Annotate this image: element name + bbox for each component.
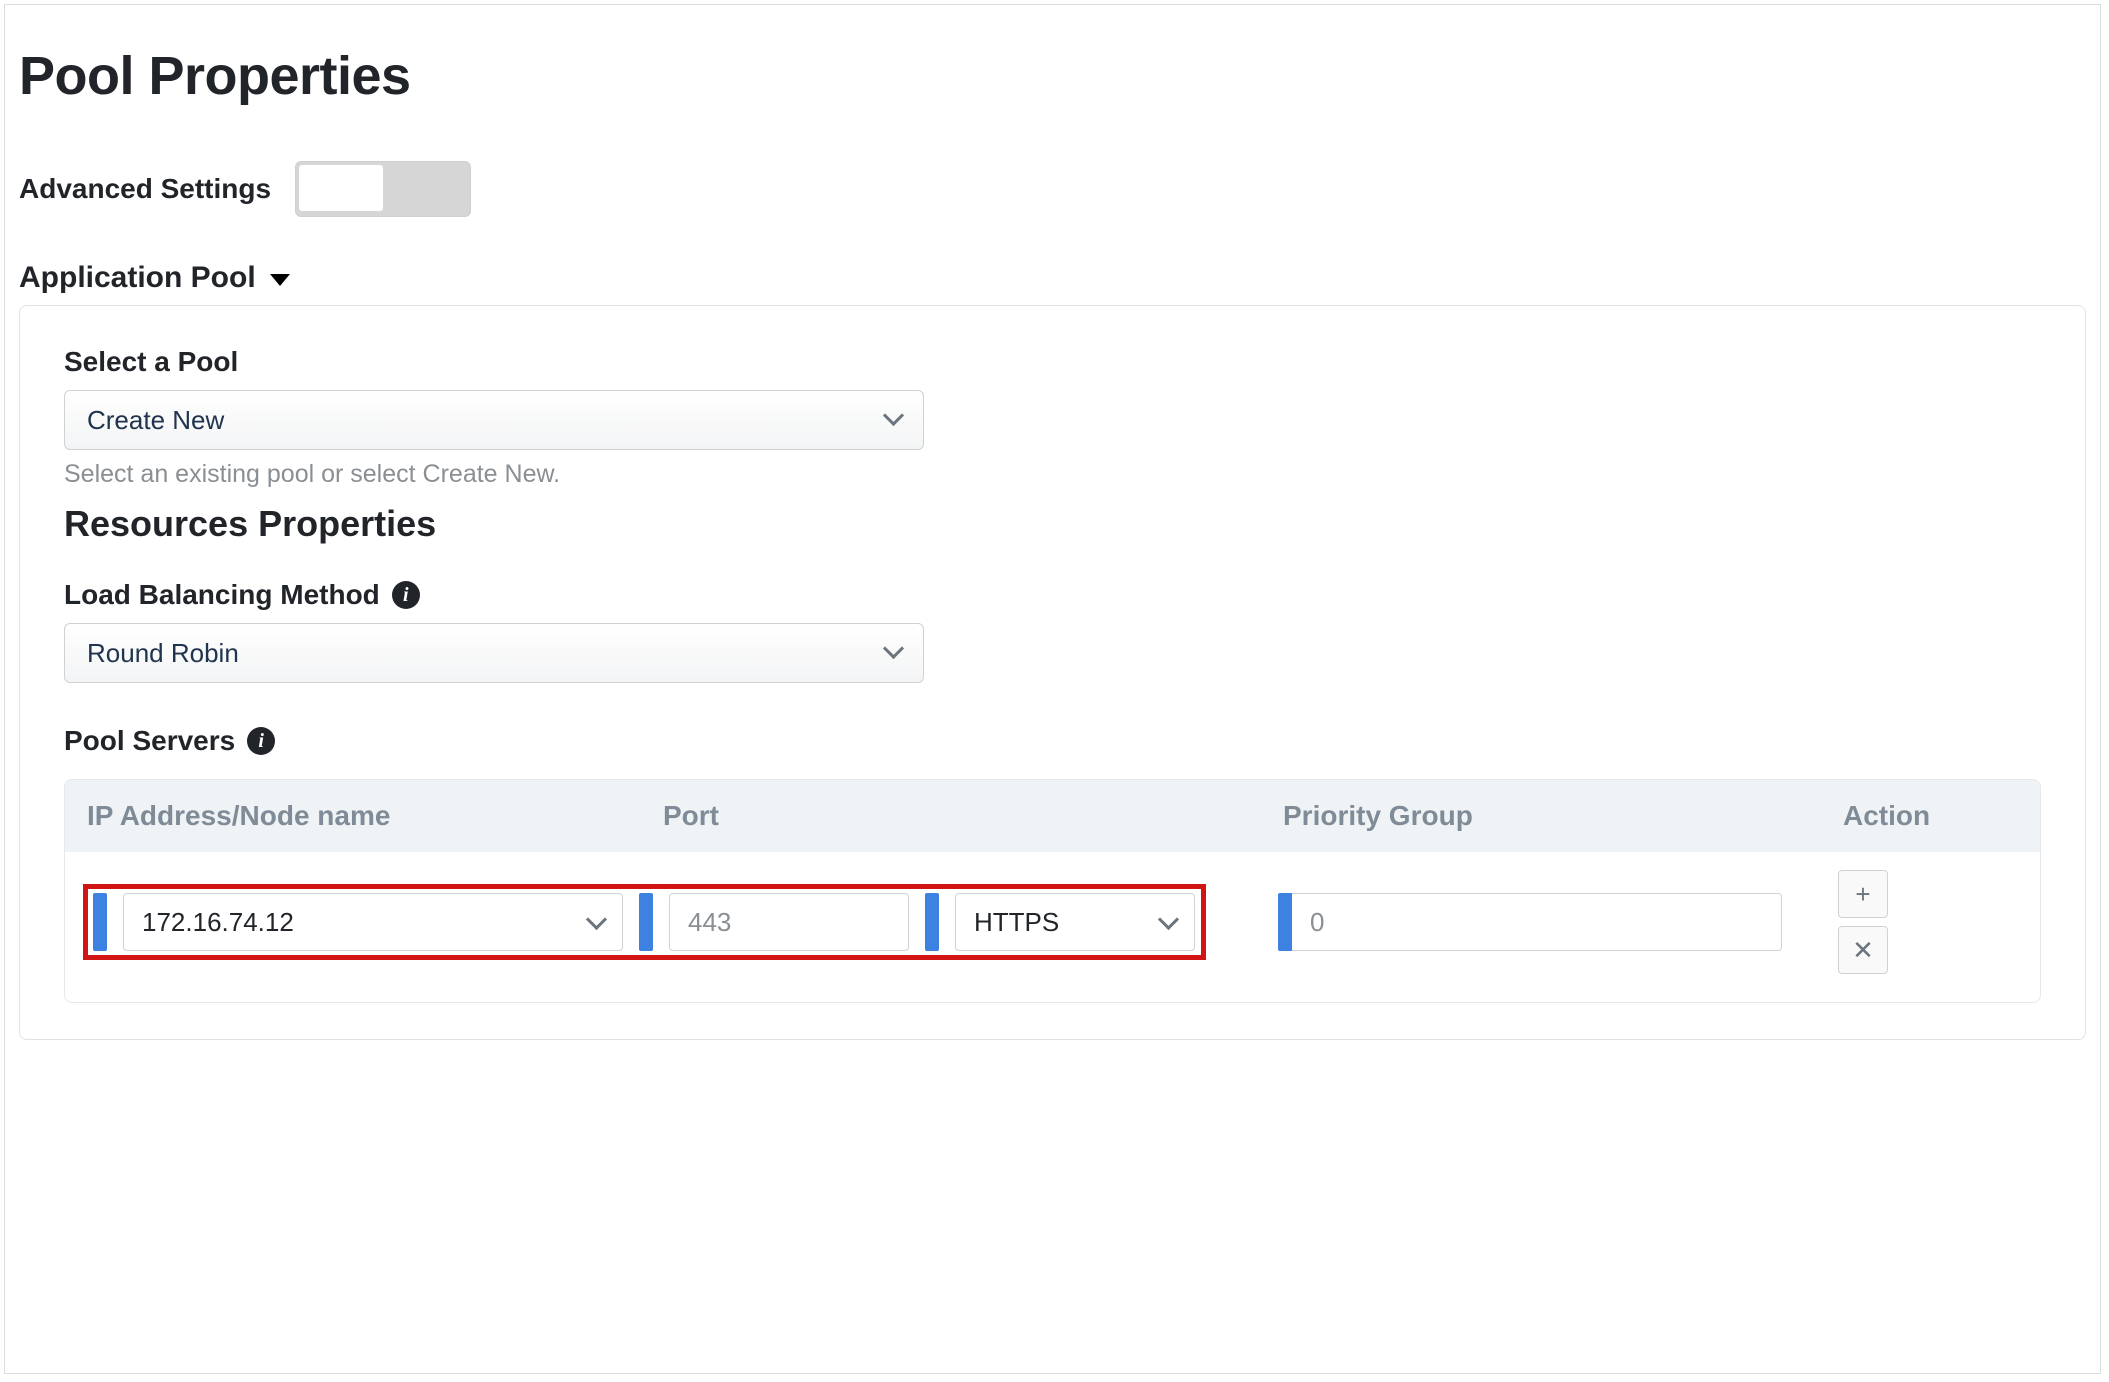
advanced-settings-row: Advanced Settings	[19, 161, 2086, 217]
select-pool-dropdown[interactable]: Create New	[64, 390, 924, 450]
pool-servers-label: Pool Servers	[64, 725, 235, 757]
resources-properties-heading: Resources Properties	[64, 503, 2041, 545]
chevron-down-icon	[886, 406, 901, 434]
table-row: 172.16.74.12 443 HTTPS	[65, 852, 2040, 1002]
application-pool-section-title: Application Pool	[19, 261, 256, 295]
advanced-settings-toggle[interactable]	[295, 161, 471, 217]
ip-address-value: 172.16.74.12	[142, 907, 294, 938]
plus-icon: +	[1855, 879, 1870, 910]
load-balancing-dropdown[interactable]: Round Robin	[64, 623, 924, 683]
active-marker	[639, 893, 653, 951]
add-row-button[interactable]: +	[1838, 870, 1888, 918]
active-marker	[925, 893, 939, 951]
active-marker	[1278, 893, 1292, 951]
caret-down-icon	[270, 274, 290, 286]
priority-group-value: 0	[1310, 907, 1324, 938]
info-icon[interactable]: i	[247, 727, 275, 755]
priority-group-wrap: 0	[1278, 893, 1782, 951]
highlighted-server-group: 172.16.74.12 443 HTTPS	[83, 884, 1206, 960]
col-header-priority: Priority Group	[1283, 800, 1843, 832]
load-balancing-label: Load Balancing Method	[64, 579, 380, 611]
load-balancing-value: Round Robin	[87, 638, 239, 669]
chevron-down-icon	[1161, 907, 1176, 938]
toggle-knob	[298, 164, 384, 212]
chevron-down-icon	[886, 639, 901, 667]
port-value: 443	[688, 907, 731, 938]
ip-address-dropdown[interactable]: 172.16.74.12	[123, 893, 623, 951]
pool-properties-panel: Pool Properties Advanced Settings Applic…	[4, 4, 2101, 1374]
pool-servers-label-row: Pool Servers i	[64, 725, 2041, 757]
table-header: IP Address/Node name Port Priority Group…	[65, 780, 2040, 852]
pool-servers-table: IP Address/Node name Port Priority Group…	[64, 779, 2041, 1003]
application-pool-panel: Select a Pool Create New Select an exist…	[19, 305, 2086, 1040]
col-header-action: Action	[1843, 800, 2022, 832]
select-pool-value: Create New	[87, 405, 224, 436]
page-title: Pool Properties	[19, 45, 2086, 107]
row-actions: + ✕	[1838, 870, 1888, 974]
protocol-value: HTTPS	[974, 907, 1059, 938]
active-marker	[93, 893, 107, 951]
select-pool-label: Select a Pool	[64, 346, 2041, 378]
times-icon: ✕	[1852, 935, 1874, 966]
col-header-ip: IP Address/Node name	[83, 800, 663, 832]
protocol-dropdown[interactable]: HTTPS	[955, 893, 1195, 951]
col-header-port: Port	[663, 800, 1283, 832]
port-input[interactable]: 443	[669, 893, 909, 951]
info-icon[interactable]: i	[392, 581, 420, 609]
remove-row-button[interactable]: ✕	[1838, 926, 1888, 974]
application-pool-section-header[interactable]: Application Pool	[19, 261, 2086, 295]
select-pool-helper: Select an existing pool or select Create…	[64, 460, 2041, 489]
advanced-settings-label: Advanced Settings	[19, 173, 271, 205]
chevron-down-icon	[589, 907, 604, 938]
load-balancing-label-row: Load Balancing Method i	[64, 579, 2041, 611]
priority-group-input[interactable]: 0	[1292, 893, 1782, 951]
